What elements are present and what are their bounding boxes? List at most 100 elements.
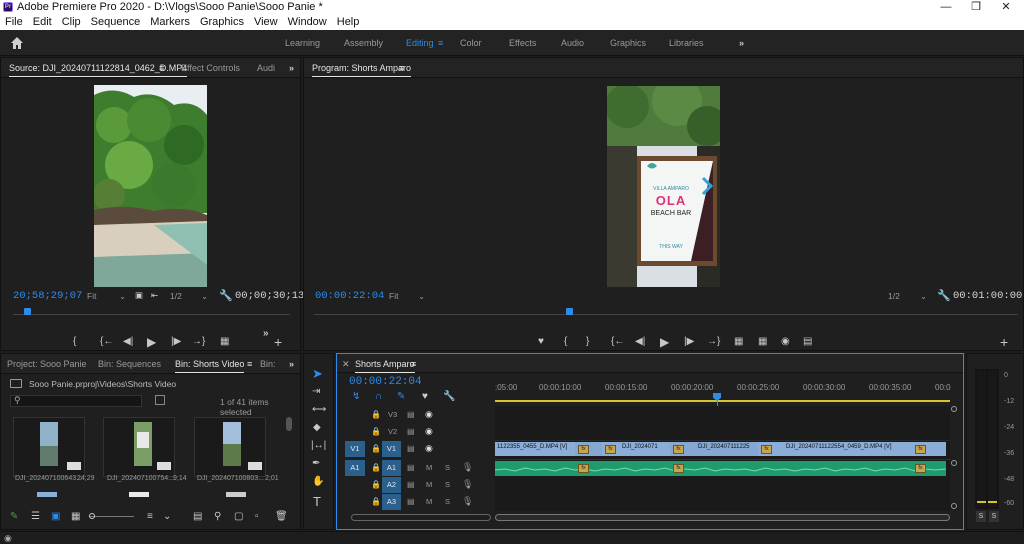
project-tab-menu-icon[interactable]: ≡ [247,359,252,369]
close-sequence-icon[interactable]: ✕ [342,359,350,370]
sort-icons-icon[interactable]: ≡ [147,511,153,522]
track-a3-lock-icon[interactable]: 🔒 [371,497,381,506]
program-mark-in-icon[interactable]: { [564,336,567,347]
track-v2-eye-icon[interactable]: ◉ [425,426,433,437]
source-settings-wrench-icon[interactable]: 🔧 [219,289,233,302]
source-timecode[interactable]: 20;58;29;07 [13,290,82,302]
menu-file[interactable]: File [0,15,28,30]
timeline-audio-clip-a1[interactable] [495,461,946,476]
freeform-view-icon[interactable]: ▦ [71,511,80,522]
source-step-back-icon[interactable]: ◀| [123,336,133,347]
slip-tool-icon[interactable]: |↔| [311,440,326,451]
timeline-clip-v1-1[interactable]: 1122355_0455_D.MP4 [V] [495,442,575,456]
track-a2-target[interactable]: A2 [382,477,401,493]
tab-project[interactable]: Project: Sooo Panie [7,359,87,369]
program-resolution-chevron-icon[interactable]: ⌄ [920,291,927,302]
track-a3-target[interactable]: A3 [382,494,401,510]
track-a1-solo-button[interactable]: S [445,463,450,472]
program-resolution-select[interactable]: 1/2 [888,291,900,301]
menu-view[interactable]: View [249,15,283,30]
minimize-button[interactable]: — [930,0,962,15]
track-a2-lock-icon[interactable]: 🔒 [371,480,381,489]
fx-badge[interactable]: fx [673,464,684,473]
timeline-horizontal-scrollbar[interactable] [495,514,950,521]
drag-video-icon[interactable]: ⇤ [151,290,158,301]
workspace-assembly[interactable]: Assembly [344,38,383,48]
program-fit-chevron-icon[interactable]: ⌄ [418,291,425,302]
menu-clip[interactable]: Clip [57,15,86,30]
track-a3-voiceover-mic-icon[interactable]: 🎙 [462,496,473,507]
tab-effect-controls[interactable]: Effect Controls [181,63,240,73]
track-a3-sync-icon[interactable]: ▤ [407,497,415,506]
source-play-icon[interactable]: ▶ [147,335,156,349]
track-a2-solo-button[interactable]: S [445,480,450,489]
workspace-menu-icon[interactable]: ≡ [438,38,443,48]
program-play-icon[interactable]: ▶ [660,335,669,349]
program-tab-menu-icon[interactable]: ≡ [399,63,404,73]
source-time-ruler[interactable] [13,314,290,322]
fx-badge[interactable]: fx [915,464,926,473]
track-v3-lock-icon[interactable]: 🔒 [371,410,381,419]
source-fit-select[interactable]: Fit [87,291,96,301]
project-search-input[interactable]: ⚲ [10,395,142,407]
source-export-frame-icon[interactable]: ▦ [220,336,229,347]
program-time-ruler[interactable] [314,314,1018,322]
fx-badge[interactable]: fx [915,445,926,454]
timeline-vertical-scrollbar[interactable] [951,406,957,511]
program-goto-out-icon[interactable]: →} [707,336,720,347]
track-v1-lock-icon[interactable]: 🔒 [371,444,381,453]
program-export-frame-icon[interactable]: ◉ [781,336,790,347]
track-a2-mute-button[interactable]: M [426,480,432,489]
workspace-effects[interactable]: Effects [509,38,536,48]
workspace-overflow-icon[interactable]: » [739,38,744,48]
program-settings-wrench-icon[interactable]: 🔧 [937,289,951,302]
program-lift-icon[interactable]: ▦ [734,336,743,347]
clear-trash-icon[interactable]: 🗑 [275,511,288,522]
track-select-tool-icon[interactable]: ⇥ [312,386,320,397]
tab-program[interactable]: Program: Shorts Amparo [312,63,412,77]
add-marker-icon[interactable]: ♥ [422,391,428,402]
source-patch-v1[interactable]: V1 [345,441,365,457]
pen-tool-icon[interactable]: ✒ [312,458,320,469]
track-v1-sync-icon[interactable]: ▤ [407,444,415,453]
fx-badge[interactable]: fx [673,445,684,454]
workspace-learning[interactable]: Learning [285,38,320,48]
fx-badge[interactable]: fx [605,445,616,454]
program-marker-icon[interactable]: ♥ [538,336,544,347]
track-v2-sync-icon[interactable]: ▤ [407,427,415,436]
track-v1-target[interactable]: V1 [382,441,401,457]
source-fit-chevron-icon[interactable]: ⌄ [119,291,126,302]
fx-badge[interactable]: fx [761,445,772,454]
source-overflow-icon-2[interactable]: » [263,328,269,339]
timeline-timecode[interactable]: 00:00:22:04 [349,376,422,388]
tab-bin-more[interactable]: Bin: [260,359,276,369]
fx-badge[interactable]: fx [578,464,589,473]
project-item-thumb-2[interactable] [103,417,175,477]
project-overflow-icon[interactable]: » [289,359,294,369]
source-patch-a1[interactable]: A1 [345,460,365,476]
workspace-audio[interactable]: Audio [561,38,584,48]
program-comparison-view-icon[interactable]: ▤ [803,336,812,347]
selection-tool-icon[interactable]: ➤ [312,366,323,382]
list-view-icon[interactable]: ☰ [31,511,40,522]
program-timecode[interactable]: 00:00:22:04 [315,290,384,302]
track-v2-lock-icon[interactable]: 🔒 [371,427,381,436]
menu-help[interactable]: Help [332,15,365,30]
menu-sequence[interactable]: Sequence [86,15,146,30]
project-item-thumb-3[interactable] [194,417,266,477]
icon-view-icon[interactable]: ▣ [51,511,60,522]
razor-tool-icon[interactable]: ◆ [313,422,321,433]
source-add-button[interactable]: + [274,334,282,350]
track-a1-target[interactable]: A1 [382,460,401,476]
type-tool-icon[interactable]: T [313,494,321,509]
write-protect-icon[interactable]: ✎ [10,511,18,522]
program-extract-icon[interactable]: ▦ [758,336,767,347]
linked-selection-icon[interactable]: ✎ [397,391,405,402]
meter-solo-left-button[interactable]: S [976,511,986,522]
track-a2-sync-icon[interactable]: ▤ [407,480,415,489]
program-playhead[interactable] [566,308,573,315]
project-item-thumb-1[interactable] [13,417,85,477]
program-fit-select[interactable]: Fit [389,291,398,301]
nest-toggle-icon[interactable]: ↯ [352,391,360,402]
menu-graphics[interactable]: Graphics [195,15,249,30]
